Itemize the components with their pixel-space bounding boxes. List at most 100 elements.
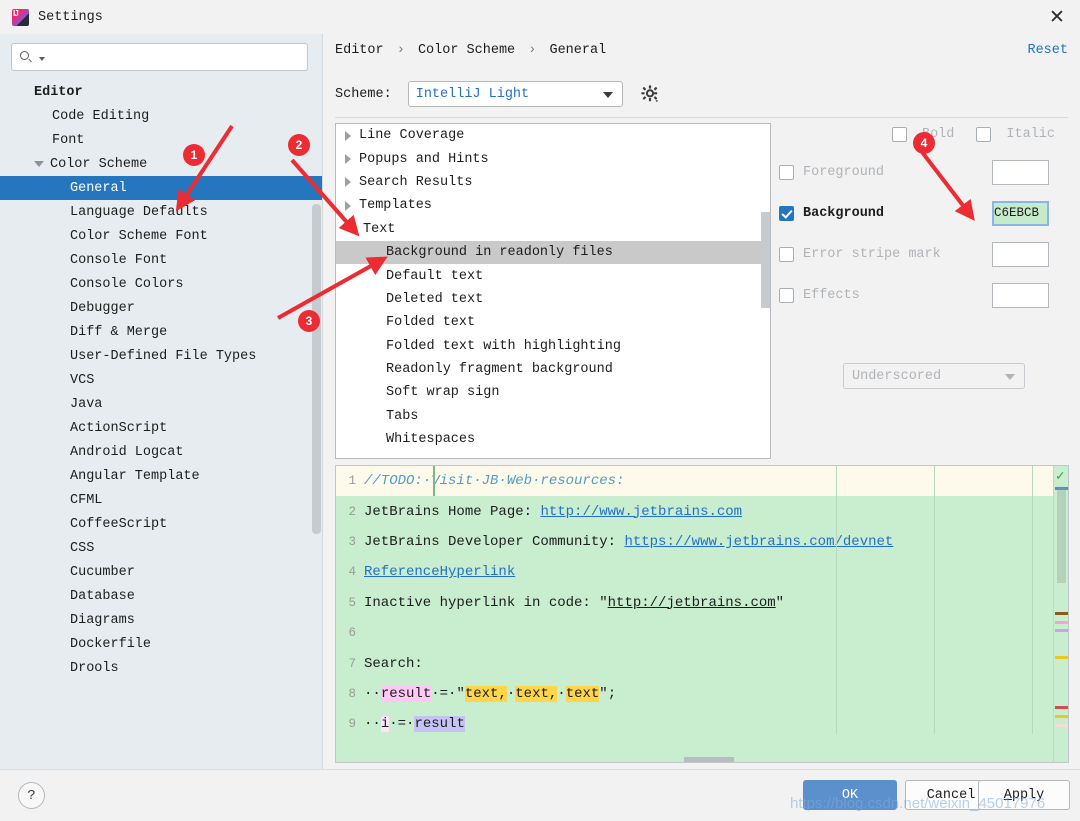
color-preview-editor[interactable]: 1 //TODO:·Visit·JB·Web·resources: 2 JetB… [335, 465, 1069, 763]
sidebar-item-color-scheme[interactable]: Color Scheme [0, 152, 322, 176]
attr-item-soft-wrap-sign[interactable]: Soft wrap sign [336, 381, 770, 404]
sidebar-item-cfml[interactable]: CFML [0, 488, 322, 512]
annotation-badge-3: 3 [298, 310, 320, 332]
search-box[interactable] [11, 43, 308, 71]
foreground-color-swatch[interactable] [992, 159, 1049, 185]
sidebar-item-editor[interactable]: Editor [0, 80, 322, 104]
sidebar-item-label: Font [52, 132, 85, 148]
error-stripe-label: Error stripe mark [803, 246, 941, 262]
stripe-mark[interactable] [1055, 629, 1068, 632]
sidebar-item-label: CoffeeScript [70, 516, 168, 532]
sidebar-item-cucumber[interactable]: Cucumber [0, 560, 322, 584]
sidebar-item-label: CSS [70, 540, 95, 556]
attr-item-default-text[interactable]: Default text [336, 264, 770, 287]
preview-line: 9 ··i·=·result [336, 709, 1068, 739]
sidebar-item-database[interactable]: Database [0, 584, 322, 608]
stripe-mark[interactable] [1055, 706, 1068, 709]
sidebar-item-actionscript[interactable]: ActionScript [0, 416, 322, 440]
attr-item-templates[interactable]: Templates [336, 194, 770, 217]
preview-hyperlink[interactable]: https://www.jetbrains.com/devnet [624, 534, 893, 550]
reset-link[interactable]: Reset [1027, 43, 1068, 58]
error-stripe-checkbox[interactable] [779, 246, 794, 262]
attribute-editor-panel: Bold Italic Foreground Background C6EBCB… [779, 123, 1069, 459]
attr-item-tabs[interactable]: Tabs [336, 405, 770, 428]
effects-type-dropdown[interactable]: Underscored [843, 363, 1025, 389]
breadcrumb-item-editor[interactable]: Editor [335, 43, 384, 58]
sidebar-item-css[interactable]: CSS [0, 536, 322, 560]
preview-hyperlink[interactable]: http://www.jetbrains.com [540, 504, 742, 520]
stripe-mark[interactable] [1055, 656, 1068, 659]
preview-reference-hyperlink[interactable]: ReferenceHyperlink [364, 564, 515, 580]
sidebar-item-angular-template[interactable]: Angular Template [0, 464, 322, 488]
sidebar-item-code-editing[interactable]: Code Editing [0, 104, 322, 128]
attr-scrollbar-thumb[interactable] [761, 212, 770, 308]
settings-tree[interactable]: Editor Code Editing Font Color Scheme Genera… [0, 80, 322, 769]
stripe-mark[interactable] [1055, 621, 1068, 624]
background-checkbox[interactable] [779, 205, 794, 221]
sidebar-scrollbar-thumb[interactable] [312, 204, 321, 534]
ok-button[interactable]: OK [803, 780, 897, 810]
effects-color-swatch[interactable] [992, 282, 1049, 308]
attr-item-popups-and-hints[interactable]: Popups and Hints [336, 147, 770, 170]
preview-line: 4 ReferenceHyperlink [336, 557, 1068, 587]
attr-item-line-coverage[interactable]: Line Coverage [336, 124, 770, 147]
attr-scrollbar-track[interactable] [761, 124, 770, 458]
sidebar-item-diff-merge[interactable]: Diff & Merge [0, 320, 322, 344]
close-icon[interactable]: ✕ [1034, 0, 1080, 34]
sidebar-item-font[interactable]: Font [0, 128, 322, 152]
sidebar-item-dockerfile[interactable]: Dockerfile [0, 632, 322, 656]
help-button[interactable]: ? [18, 782, 45, 809]
attr-item-folded-text[interactable]: Folded text [336, 311, 770, 334]
intellij-idea-icon [12, 8, 29, 26]
attr-item-deleted-text[interactable]: Deleted text [336, 288, 770, 311]
attr-item-text[interactable]: Text [336, 218, 770, 241]
sidebar-item-android-logcat[interactable]: Android Logcat [0, 440, 322, 464]
sidebar-item-diagrams[interactable]: Diagrams [0, 608, 322, 632]
sidebar-item-console-font[interactable]: Console Font [0, 248, 322, 272]
attr-item-readonly-fragment-background[interactable]: Readonly fragment background [336, 358, 770, 381]
breadcrumb-separator: › [528, 43, 537, 58]
stripe-mark[interactable] [1055, 724, 1068, 727]
background-color-swatch[interactable]: C6EBCB [992, 200, 1049, 226]
attr-item-search-results[interactable]: Search Results [336, 171, 770, 194]
scheme-dropdown[interactable]: IntelliJ Light [407, 81, 623, 107]
sidebar-item-debugger[interactable]: Debugger [0, 296, 322, 320]
sidebar-item-drools[interactable]: Drools [0, 656, 322, 680]
breadcrumb-item-general[interactable]: General [549, 43, 606, 58]
search-input[interactable] [45, 48, 299, 66]
sidebar-item-language-defaults[interactable]: Language Defaults [0, 200, 322, 224]
attr-item-background-in-readonly-files[interactable]: Background in readonly files [336, 240, 770, 265]
sidebar-item-user-defined-file-types[interactable]: User-Defined File Types [0, 344, 322, 368]
error-stripe-color-swatch[interactable] [992, 241, 1049, 267]
error-stripe-markbar[interactable]: ✓ [1053, 466, 1068, 762]
chevron-down-icon[interactable] [345, 226, 355, 233]
chevron-right-icon[interactable] [345, 130, 351, 141]
bold-checkbox[interactable] [891, 126, 907, 142]
markbar-thumb[interactable] [1057, 488, 1066, 583]
color-attribute-tree[interactable]: Line Coverage Popups and Hints Search Resu… [335, 123, 771, 459]
preview-horizontal-scrollbar[interactable] [684, 757, 734, 762]
chevron-right-icon[interactable] [345, 200, 351, 211]
stripe-mark[interactable] [1055, 715, 1068, 718]
chevron-right-icon[interactable] [345, 177, 351, 188]
italic-checkbox[interactable] [976, 126, 992, 142]
foreground-checkbox[interactable] [779, 164, 794, 180]
sidebar-item-java[interactable]: Java [0, 392, 322, 416]
sidebar-item-coffeescript[interactable]: CoffeeScript [0, 512, 322, 536]
attr-item-label: Line Coverage [359, 128, 465, 144]
sidebar-item-general[interactable]: General [0, 176, 322, 200]
apply-button[interactable]: Apply [978, 780, 1070, 810]
gear-icon[interactable] [639, 83, 661, 105]
sidebar-item-console-colors[interactable]: Console Colors [0, 272, 322, 296]
attr-item-whitespaces[interactable]: Whitespaces [336, 428, 770, 451]
breadcrumb-item-color-scheme[interactable]: Color Scheme [418, 43, 515, 58]
attr-item-folded-text-with-highlighting[interactable]: Folded text with highlighting [336, 335, 770, 358]
stripe-mark[interactable] [1055, 612, 1068, 615]
sidebar-item-vcs[interactable]: VCS [0, 368, 322, 392]
preview-line: 6 [336, 618, 1068, 648]
preview-text: Inactive hyperlink in code: " [364, 594, 608, 611]
chevron-down-icon[interactable] [34, 161, 44, 167]
sidebar-item-color-scheme-font[interactable]: Color Scheme Font [0, 224, 322, 248]
effects-checkbox[interactable] [779, 287, 794, 303]
chevron-right-icon[interactable] [345, 154, 351, 165]
